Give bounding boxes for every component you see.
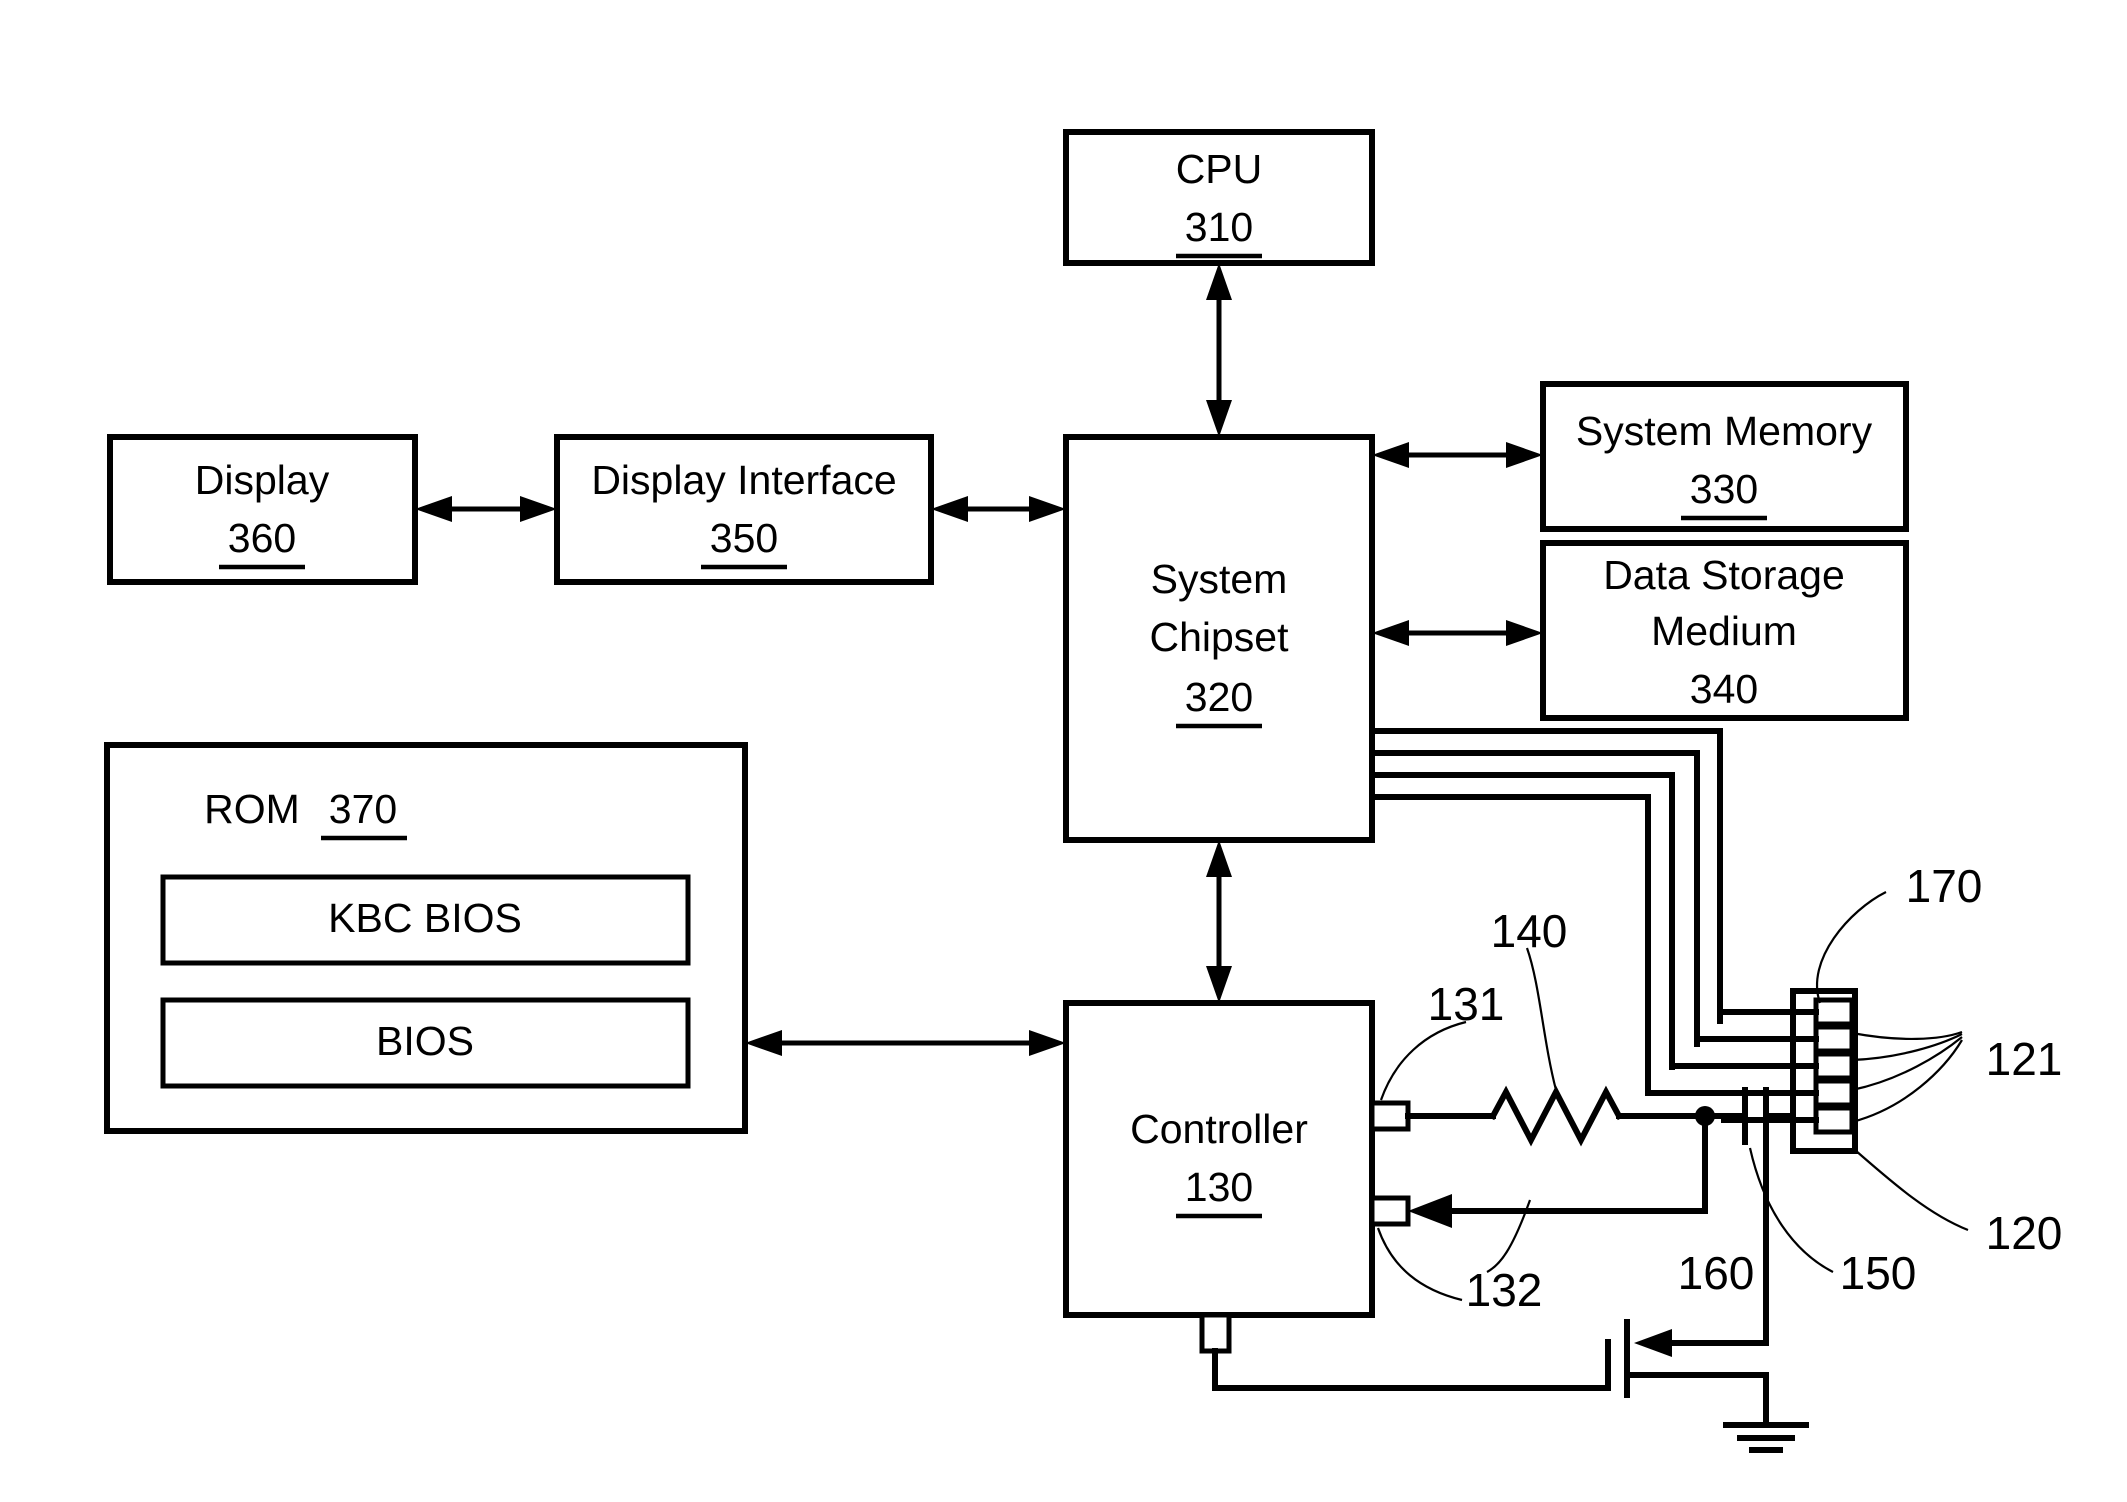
block-display-ref: 360 — [228, 515, 296, 561]
block-controller-label: Controller — [1130, 1106, 1308, 1152]
ground-symbol — [1723, 1422, 1809, 1453]
connector-170 — [1645, 988, 1858, 1154]
mosfet-symbol — [1212, 1319, 1769, 1428]
arrow-chipset-data-storage — [1372, 620, 1543, 646]
block-system-chipset: System Chipset 320 — [1063, 434, 1375, 843]
arrow-cpu-chipset — [1206, 263, 1232, 437]
callout-140: 140 — [1491, 905, 1568, 957]
connector-contact-2 — [1813, 1024, 1855, 1054]
block-bios-label: BIOS — [376, 1018, 474, 1064]
block-display: Display 360 — [107, 434, 418, 585]
pin-gate-drive — [1199, 1312, 1232, 1354]
arrow-chipset-system-memory — [1372, 442, 1543, 468]
block-controller-ref: 130 — [1185, 1164, 1253, 1210]
block-controller: Controller 130 — [1063, 1000, 1375, 1318]
arrow-rom-controller — [745, 1030, 1066, 1056]
block-chipset-label-2: Chipset — [1149, 614, 1289, 660]
arrow-chipset-controller — [1206, 840, 1232, 1003]
callout-131: 131 — [1428, 978, 1505, 1030]
block-kbc-bios: KBC BIOS — [160, 874, 691, 966]
block-cpu-label: CPU — [1176, 146, 1263, 192]
connector-contact-3 — [1813, 1051, 1855, 1081]
pin-131 — [1369, 1100, 1411, 1132]
callout-121: 121 — [1986, 1033, 2063, 1085]
block-cpu-ref: 310 — [1185, 204, 1253, 250]
block-system-memory: System Memory 330 — [1540, 381, 1909, 532]
block-chipset-ref: 320 — [1185, 674, 1253, 720]
block-display-interface-label: Display Interface — [591, 457, 896, 503]
callout-120: 120 — [1986, 1207, 2063, 1259]
block-bios: BIOS — [160, 997, 691, 1089]
block-rom-ref: 370 — [329, 786, 397, 832]
callout-170: 170 — [1906, 860, 1983, 912]
block-data-storage-label-1: Data Storage — [1603, 552, 1845, 598]
connector-contact-4 — [1813, 1078, 1855, 1108]
block-display-interface-ref: 350 — [710, 515, 778, 561]
connector-contact-1 — [1813, 997, 1855, 1027]
block-system-memory-label: System Memory — [1576, 408, 1873, 454]
block-data-storage-label-2: Medium — [1651, 608, 1797, 654]
circuit-feedback-160 — [1408, 1113, 1708, 1228]
block-rom-label: ROM — [204, 786, 300, 832]
arrow-display-display-interface — [415, 496, 557, 522]
block-kbc-bios-label: KBC BIOS — [328, 895, 522, 941]
block-display-interface: Display Interface 350 — [554, 434, 934, 585]
block-cpu: CPU 310 — [1063, 129, 1375, 266]
circuit-transistor-branch — [1634, 1123, 1769, 1357]
figure-canvas: CPU 310 System Chipset 320 System Memory… — [0, 0, 2127, 1502]
block-chipset-label-1: System — [1151, 556, 1288, 602]
resistor-symbol — [1488, 1085, 1624, 1147]
pin-132 — [1369, 1195, 1411, 1227]
callout-150: 150 — [1840, 1247, 1917, 1299]
block-display-label: Display — [195, 457, 330, 503]
block-system-memory-ref: 330 — [1690, 466, 1758, 512]
circuit-charge-path — [1405, 1085, 1796, 1147]
callout-132: 132 — [1466, 1264, 1543, 1316]
arrow-display-interface-chipset — [931, 496, 1066, 522]
block-data-storage: Data Storage Medium 340 — [1540, 540, 1909, 721]
connector-contact-5 — [1813, 1105, 1855, 1135]
block-data-storage-ref: 340 — [1690, 666, 1758, 712]
callout-160: 160 — [1678, 1247, 1755, 1299]
